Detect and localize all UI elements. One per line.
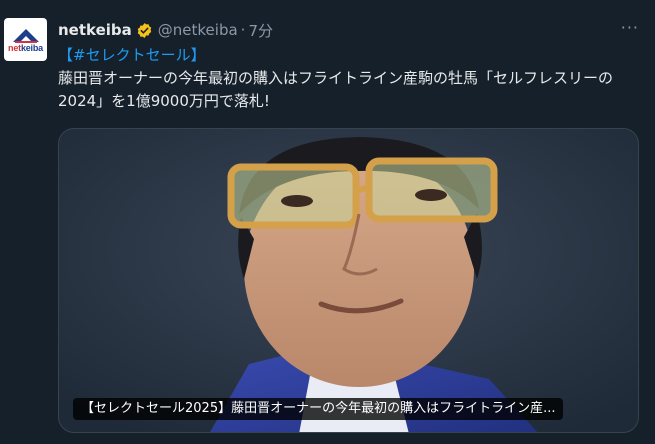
account-handle[interactable]: @netkeiba <box>158 21 238 39</box>
avatar-logo-text: netkeiba <box>8 43 43 53</box>
netkeiba-logo-icon <box>12 29 39 43</box>
hashtag-link[interactable]: 【#セレクトセール】 <box>58 46 206 64</box>
tweet-text: 【#セレクトセール】 藤田晋オーナーの今年最初の購入はフライトライン産駒の牡馬「… <box>58 44 638 113</box>
media-caption: 【セレクトセール2025】藤田晋オーナーの今年最初の購入はフライトライン産... <box>73 398 564 420</box>
separator-dot: · <box>240 21 246 39</box>
avatar[interactable]: netkeiba <box>4 18 47 61</box>
verified-badge-icon <box>136 22 153 39</box>
account-name[interactable]: netkeiba <box>58 21 132 39</box>
media-card[interactable]: 【セレクトセール2025】藤田晋オーナーの今年最初の購入はフライトライン産... <box>58 128 639 433</box>
tweet-timestamp[interactable]: 7分 <box>248 20 273 41</box>
more-options-icon[interactable]: ··· <box>621 18 639 37</box>
tweet-header: netkeiba @netkeiba · 7分 <box>58 20 273 40</box>
tweet-body: 藤田晋オーナーの今年最初の購入はフライトライン産駒の牡馬「セルフレスリーの202… <box>58 69 614 110</box>
photo-image <box>59 129 638 432</box>
